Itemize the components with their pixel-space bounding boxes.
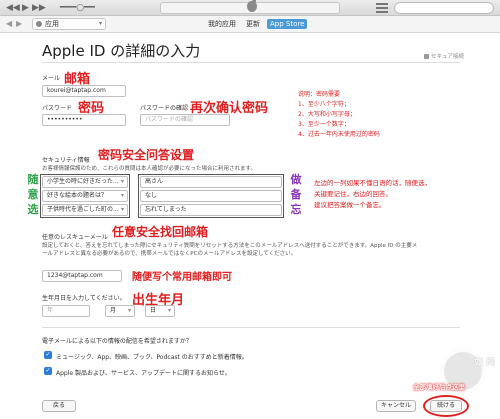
continue-highlight-oval <box>423 395 469 417</box>
annotation-password-rules: 说明：密码需要 1、至少八个字符； 2、大写和小写字母； 3、至少一个数字； 4… <box>298 90 408 140</box>
title-bar: ◀◀ ▶ ▶▶ ━━━○━━ <box>0 0 500 16</box>
password-confirm-label: パスワードの確認 <box>140 105 189 112</box>
forward-arrow-icon[interactable]: ▶ <box>16 19 22 28</box>
security-answer-3[interactable]: 忘れてしまった <box>140 204 282 216</box>
mail-prompt: 電子メールによる以下の情報の配信を希望されますか？ <box>42 338 192 345</box>
security-question-2-value: 好きな絵本の題名は？ <box>47 192 108 199</box>
watermark-text: 如 网 <box>474 358 496 368</box>
lock-icon <box>424 54 429 59</box>
security-question-3-value: 子供時代を過ごした町の... <box>47 206 119 213</box>
back-arrow-icon[interactable]: ◀ <box>6 19 12 28</box>
annotation-memo: 做 备 忘 <box>290 172 302 217</box>
password-field[interactable]: •••••••••• <box>42 114 126 126</box>
note-line: 建议把答案做一个备忘。 <box>314 201 386 209</box>
apple-logo-icon <box>247 1 257 12</box>
memo-char: 备 <box>290 188 302 201</box>
source-select[interactable]: 应用 ▾ <box>32 18 106 30</box>
memo-char: 忘 <box>290 203 302 216</box>
rule-line: 说明：密码需要 <box>298 91 341 98</box>
random-char: 意 <box>27 188 39 201</box>
tab-my-apps[interactable]: 我的应用 <box>205 19 239 29</box>
security-question-1-value: 小学生の時に好きだった... <box>47 178 119 185</box>
password-confirm-field[interactable]: パスワードの確認 <box>140 114 230 126</box>
option-label-2: Apple 製品および、サービス、アップデートに関するお知らせ。 <box>56 370 231 377</box>
annotation-security-note: 左边的一列如果不懂日语的话，随便选， 关键要记住，右边的回答。 建议把答案做一个… <box>314 178 431 211</box>
chevron-down-icon: ▾ <box>120 192 124 199</box>
apple-logo-leaf <box>252 0 256 2</box>
secure-label: セキュア接続 <box>431 54 464 60</box>
annotation-continue: 全部填好后点这里 <box>413 383 465 391</box>
rule-line: 4、过去一年内未使用过的密码 <box>298 131 380 138</box>
security-answer-2[interactable]: なし <box>140 190 282 202</box>
chevron-down-icon: ▾ <box>120 178 124 185</box>
note-line: 左边的一列如果不懂日语的话，随便选， <box>314 179 431 187</box>
list-view-icon[interactable] <box>376 3 388 13</box>
source-select-label: 应用 <box>45 20 59 28</box>
security-question-1[interactable]: 小学生の時に好きだった... ▾ <box>42 176 128 188</box>
birthday-year-field[interactable]: 年 <box>42 305 90 317</box>
cancel-button[interactable]: キャンセル <box>376 400 416 412</box>
secure-connection: セキュア接続 <box>424 52 464 60</box>
apps-icon <box>36 21 42 27</box>
annotation-rescue: 任意安全找回邮箱 <box>112 225 209 239</box>
email-label: メール <box>42 75 61 82</box>
password-label: パスワード <box>42 105 73 112</box>
chevron-down-icon: ▾ <box>167 307 171 314</box>
security-description: お客様情報保護のため、これらの質問は本人確認が必要になった場合に利用されます。 <box>42 166 256 172</box>
note-line: 关键要记住，右边的回答。 <box>314 190 392 198</box>
rule-line: 1、至少八个字符； <box>298 101 350 108</box>
birthday-label: 生年月日を入力してください。 <box>42 295 126 302</box>
rule-line: 3、至少一个数字； <box>298 121 350 128</box>
birthday-month-select[interactable]: 月 ▾ <box>105 305 135 317</box>
play-icon[interactable]: ▶ <box>22 2 29 14</box>
rewind-icon[interactable]: ◀◀ <box>6 2 20 14</box>
annotation-rescue-note: 随便写个常用邮箱即可 <box>132 272 232 283</box>
random-char: 选 <box>27 203 39 216</box>
security-question-2[interactable]: 好きな絵本の題名は？ ▾ <box>42 190 128 202</box>
option-checkbox-2[interactable]: ✓ <box>44 367 52 375</box>
nav-bar: ◀ ▶ 应用 ▾ 我的应用 更新 App Store <box>0 16 500 33</box>
rule-line: 2、大写和小写字母； <box>298 111 356 118</box>
chevron-down-icon: ▾ <box>98 20 102 27</box>
annotation-security: 密码安全问答设置 <box>98 148 195 162</box>
security-title: セキュリティ情報 <box>42 157 90 164</box>
back-button[interactable]: 戻る <box>42 400 76 412</box>
tab-updates[interactable]: 更新 <box>243 19 263 29</box>
rescue-email-description: 設定しておくと、答えを忘れてしまった際にセキュリティ質問をリセットする方法をこの… <box>42 243 418 257</box>
birthday-day-select[interactable]: 日 ▾ <box>145 305 175 317</box>
divider <box>42 327 460 328</box>
volume-slider[interactable]: ━━━○━━ <box>60 2 95 14</box>
rescue-email-field[interactable]: 1234@taptap.com <box>42 270 122 282</box>
option-checkbox-1[interactable]: ✓ <box>44 351 52 359</box>
birthday-day-value: 日 <box>150 307 157 314</box>
chevron-down-icon: ▾ <box>120 206 124 213</box>
annotation-random: 随 意 选 <box>27 172 39 217</box>
fast-forward-icon[interactable]: ▶▶ <box>32 2 46 14</box>
birthday-month-value: 月 <box>110 307 117 314</box>
page-title: Apple ID の詳細の入力 <box>42 42 201 60</box>
chevron-down-icon: ▾ <box>127 307 131 314</box>
option-label-1: ミュージック、App、映画、ブック、Podcast のおすすめと新着情報。 <box>56 354 248 361</box>
security-answer-1[interactable]: 高さん <box>140 176 282 188</box>
divider <box>42 62 460 63</box>
email-field[interactable]: kourei@taptap.com <box>42 85 126 97</box>
search-input[interactable] <box>394 2 494 14</box>
nav-tabs: 我的应用 更新 App Store <box>205 19 308 29</box>
memo-char: 做 <box>290 173 302 186</box>
rescue-email-title: 任意のレスキューメール <box>42 234 108 241</box>
security-question-3[interactable]: 子供時代を過ごした町の... ▾ <box>42 204 128 216</box>
tab-app-store[interactable]: App Store <box>267 19 308 29</box>
random-char: 随 <box>27 173 39 186</box>
